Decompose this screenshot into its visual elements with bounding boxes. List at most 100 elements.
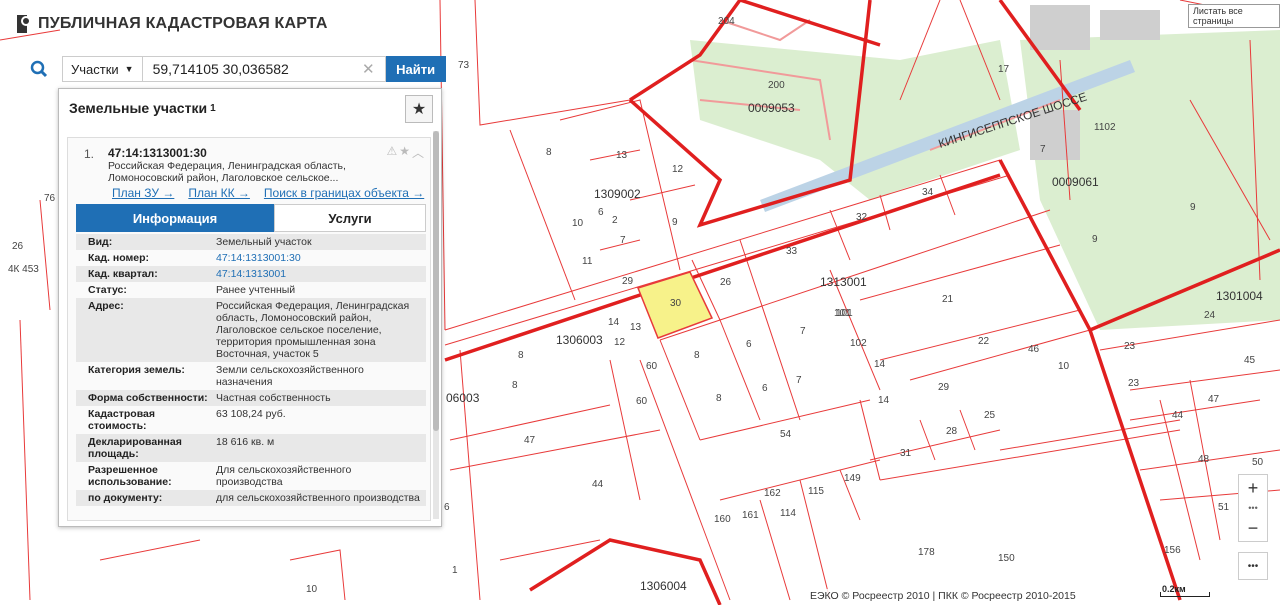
plan-zu-link[interactable]: План ЗУ → — [112, 186, 174, 200]
quarter-label: 1301004 — [1216, 289, 1263, 303]
parcel-label: 115 — [808, 486, 824, 497]
property-key: Адрес: — [88, 300, 124, 312]
result-tabs: Информация Услуги — [76, 204, 426, 232]
clear-icon[interactable]: ✕ — [362, 60, 375, 78]
parcel-label: 8 — [694, 350, 700, 361]
property-row: Кад. квартал: 47:14:1313001 — [76, 266, 426, 282]
search-input[interactable]: 59,714105 30,036582 ✕ — [141, 56, 386, 82]
property-value: Земельный участок — [216, 236, 312, 248]
property-value: Для сельскохозяйственного производства — [216, 464, 352, 488]
parcel-label: 162 — [764, 488, 781, 499]
parcel-label: 47 — [1208, 394, 1220, 405]
tab-info[interactable]: Информация — [76, 204, 274, 232]
quarter-label: 0009061 — [1052, 175, 1099, 189]
parcel-label: 10 — [1058, 361, 1070, 372]
property-key: Декларированная площадь: — [88, 436, 182, 460]
parcel-label: 23 — [1128, 378, 1140, 389]
parcel-label: 11 — [582, 256, 593, 267]
property-row: Адрес: Российская Федерация, Ленинградска… — [76, 298, 426, 362]
warning-icon[interactable]: ⚠ — [386, 144, 397, 161]
parcel-label: 2 — [612, 215, 618, 226]
building — [1100, 10, 1160, 40]
property-table: Вид: Земельный участок Кад. номер: 47:14:13… — [76, 234, 426, 506]
parcel-label: 33 — [786, 246, 798, 257]
parcel-label: 76 — [44, 193, 56, 204]
parcel-label: 156 — [1164, 545, 1181, 556]
parcel-label: 13 — [630, 322, 642, 333]
parcel-label: 51 — [1218, 502, 1230, 513]
panel-heading-text: Земельные участки — [69, 100, 208, 116]
property-key: Вид: — [88, 236, 113, 248]
parcel-label: 22 — [978, 336, 990, 347]
search-icon — [30, 60, 48, 78]
parcel-label: 1 — [452, 565, 458, 576]
star-icon: ★ — [411, 101, 427, 118]
result-number: 1. — [84, 147, 95, 161]
parcel-label: 47 — [524, 435, 536, 446]
parcel-label: 44 — [592, 479, 604, 490]
parcel-label: 50 — [1252, 457, 1264, 468]
property-key: Форма собственности: — [88, 392, 208, 404]
parcel-label: 6 — [444, 502, 450, 513]
panel-scroll-thumb[interactable] — [433, 131, 439, 431]
search-in-bounds-link[interactable]: Поиск в границах объекта → — [264, 186, 424, 200]
property-row: Разрешенное использование: Для сельскохоз… — [76, 462, 426, 490]
find-button[interactable]: Найти — [385, 56, 446, 82]
parcel-label: 6 — [598, 207, 604, 218]
parcel-label: 73 — [458, 60, 470, 71]
chevron-up-icon[interactable]: ︿ — [412, 144, 424, 161]
property-key: Кад. номер: — [88, 252, 150, 264]
property-value[interactable]: 47:14:1313001:30 — [216, 252, 426, 264]
parcel-label: 149 — [844, 473, 861, 484]
zoom-controls: + ••• − — [1238, 474, 1268, 542]
parcel-label: 7 — [620, 235, 626, 246]
parcel-label: 6 — [762, 383, 768, 394]
parcel-label: 12 — [614, 337, 626, 348]
parcel-label: 8 — [546, 147, 552, 158]
property-value[interactable]: 47:14:1313001 — [216, 268, 426, 280]
parcel-label: 8 — [716, 393, 722, 404]
parcel-label: 12 — [672, 164, 684, 175]
property-row: Форма собственности: Частная собственност… — [76, 390, 426, 406]
property-value: Ранее учтенный — [216, 284, 296, 296]
search-bar: Участки ▼ 59,714105 30,036582 ✕ Найти — [22, 56, 446, 82]
parcel-label: 9 — [1190, 202, 1196, 213]
parcel-label: 7 — [796, 375, 802, 386]
more-button[interactable]: ••• — [1238, 552, 1268, 580]
parcel-label: 9 — [1092, 234, 1098, 245]
property-row: Кад. номер: 47:14:1313001:30 — [76, 250, 426, 266]
property-value: Российская Федерация, Ленинградская обла… — [216, 300, 410, 360]
property-row: Вид: Земельный участок — [76, 234, 426, 250]
parcel-label: 48 — [1198, 454, 1210, 465]
copyright: ЕЭКО © Росреестр 2010 | ПКК © Росреестр … — [806, 589, 1080, 603]
parcel-label: 44 — [1172, 410, 1184, 421]
parcel-label: 29 — [622, 276, 634, 287]
parcel-label: 21 — [942, 294, 954, 305]
parcel-label: 29 — [938, 382, 950, 393]
search-type-select[interactable]: Участки ▼ — [62, 56, 142, 82]
selected-parcel-label: 30 — [670, 298, 682, 309]
parcel-label: 7 — [1040, 144, 1046, 155]
parcel-label: 4К 453 — [8, 264, 39, 275]
star-icon[interactable]: ★ — [399, 144, 410, 161]
parcel-label: 7 — [800, 326, 806, 337]
parcel-label: 1102 — [1094, 122, 1116, 133]
search-toggle-button[interactable] — [22, 56, 56, 82]
result-card: 1. 47:14:1313001:30 Российская Федерация… — [67, 137, 431, 521]
parcel-label: 26 — [720, 277, 732, 288]
parcel-label: 8 — [518, 350, 524, 361]
parcel-label: 32 — [856, 212, 868, 223]
parcel-label: 9 — [672, 217, 678, 228]
zoom-out-button[interactable]: − — [1239, 515, 1267, 541]
plan-kk-link[interactable]: План КК → — [188, 186, 250, 200]
property-row: Кадастровая стоимость: 63 108,24 руб. — [76, 406, 426, 434]
tab-services[interactable]: Услуги — [274, 204, 426, 232]
property-row: по документу: для сельскохозяйственного п… — [76, 490, 426, 506]
favorite-button[interactable]: ★ — [405, 95, 433, 123]
property-key: Кадастровая стоимость: — [88, 408, 155, 432]
zoom-in-button[interactable]: + — [1239, 475, 1267, 501]
parcel-label: 14 — [608, 317, 620, 328]
property-value: Частная собственность — [216, 392, 331, 404]
parcel-label: 31 — [900, 448, 912, 459]
result-cad-number[interactable]: 47:14:1313001:30 — [108, 146, 207, 160]
